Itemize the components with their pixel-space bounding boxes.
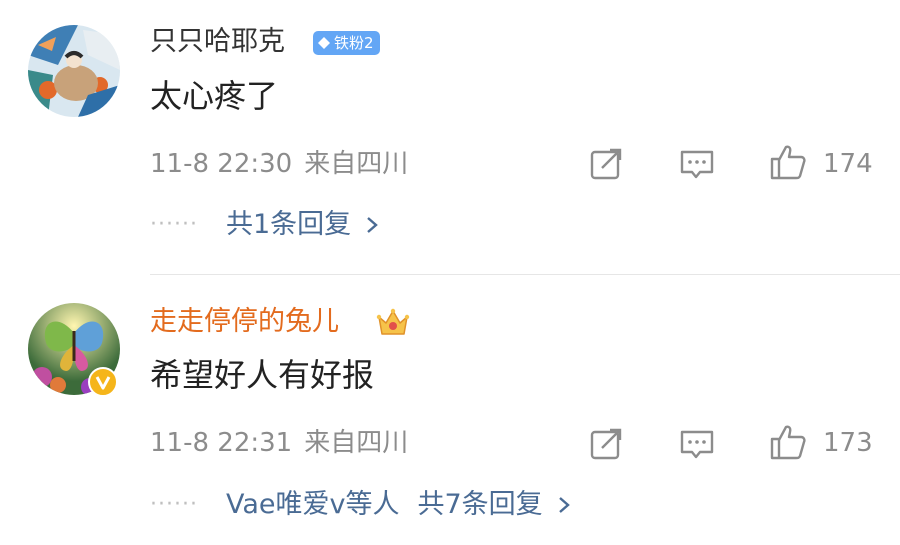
chevron-right-icon[interactable] <box>557 495 571 515</box>
timestamp: 11-8 22:31 <box>150 428 293 458</box>
replies-summary[interactable]: 共7条回复 <box>417 488 542 522</box>
comment-meta: 11-8 22:30 来自四川 <box>150 148 420 180</box>
like-count: 173 <box>823 428 873 458</box>
like-count: 174 <box>823 149 873 179</box>
comment-text: 太心疼了 <box>150 77 279 115</box>
username[interactable]: 走走停停的兔儿 <box>150 305 339 339</box>
reply-dots: ······ <box>150 212 198 237</box>
comment-meta: 11-8 22:31 来自四川 <box>150 427 420 459</box>
location: 来自四川 <box>304 428 409 458</box>
like-icon[interactable] <box>769 143 807 181</box>
like-icon[interactable] <box>769 423 807 461</box>
replies-users[interactable]: Vae唯爱v等人 <box>226 488 400 522</box>
location: 来自四川 <box>304 149 409 179</box>
timestamp: 11-8 22:30 <box>150 149 293 179</box>
avatar[interactable] <box>28 25 120 117</box>
verified-icon <box>88 367 118 397</box>
comment-icon[interactable] <box>679 426 715 462</box>
badge-label: 铁粉2 <box>334 34 374 52</box>
replies-summary[interactable]: 共1条回复 <box>226 208 351 242</box>
replies-link[interactable]: ······ 共1条回复 <box>150 208 379 242</box>
fan-badge[interactable]: 铁粉2 <box>313 31 380 55</box>
share-icon[interactable] <box>588 146 624 182</box>
comment-item: 走走停停的兔儿 希望好人有好报 11-8 22:31 来自四川 173 ·····… <box>0 275 900 545</box>
comment-text: 希望好人有好报 <box>150 356 375 394</box>
comment-item: 只只哈耶克 铁粉2 太心疼了 11-8 22:30 来自四川 174 ······… <box>0 0 900 275</box>
username[interactable]: 只只哈耶克 <box>150 25 285 59</box>
comment-icon[interactable] <box>679 146 715 182</box>
diamond-icon <box>318 37 330 49</box>
share-icon[interactable] <box>588 426 624 462</box>
crown-icon[interactable] <box>376 307 410 339</box>
replies-link[interactable]: ······ Vae唯爱v等人 共7条回复 <box>150 488 571 522</box>
chevron-right-icon[interactable] <box>365 215 379 235</box>
reply-dots: ······ <box>150 492 198 517</box>
